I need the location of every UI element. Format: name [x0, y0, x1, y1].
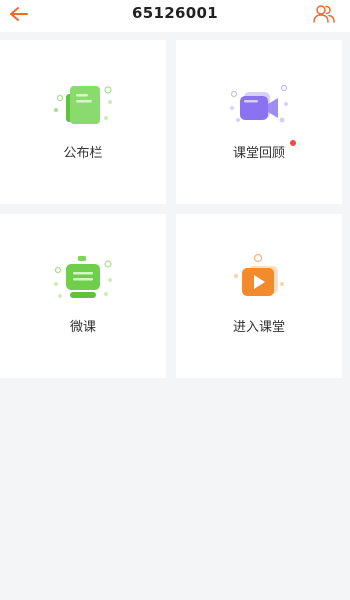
bulletin-board-icon	[54, 86, 112, 124]
card-label: 微课	[69, 320, 96, 335]
page-title: 65126001	[132, 4, 218, 22]
class-review-card[interactable]: 课堂回顾	[176, 40, 342, 204]
chat-message-icon	[54, 256, 112, 298]
members-button[interactable]	[310, 0, 338, 28]
video-camera-icon	[230, 84, 288, 123]
card-label: 进入课堂	[232, 320, 285, 335]
play-button-icon	[234, 254, 284, 296]
enter-classroom-card[interactable]: 进入课堂	[176, 214, 342, 378]
users-icon	[313, 5, 335, 23]
card-label: 课堂回顾	[232, 146, 285, 161]
header-bar: 65126001	[0, 0, 350, 32]
bulletin-board-card[interactable]: 公布栏	[0, 40, 166, 204]
micro-lesson-card[interactable]: 微课	[0, 214, 166, 378]
card-label: 公布栏	[63, 146, 103, 161]
